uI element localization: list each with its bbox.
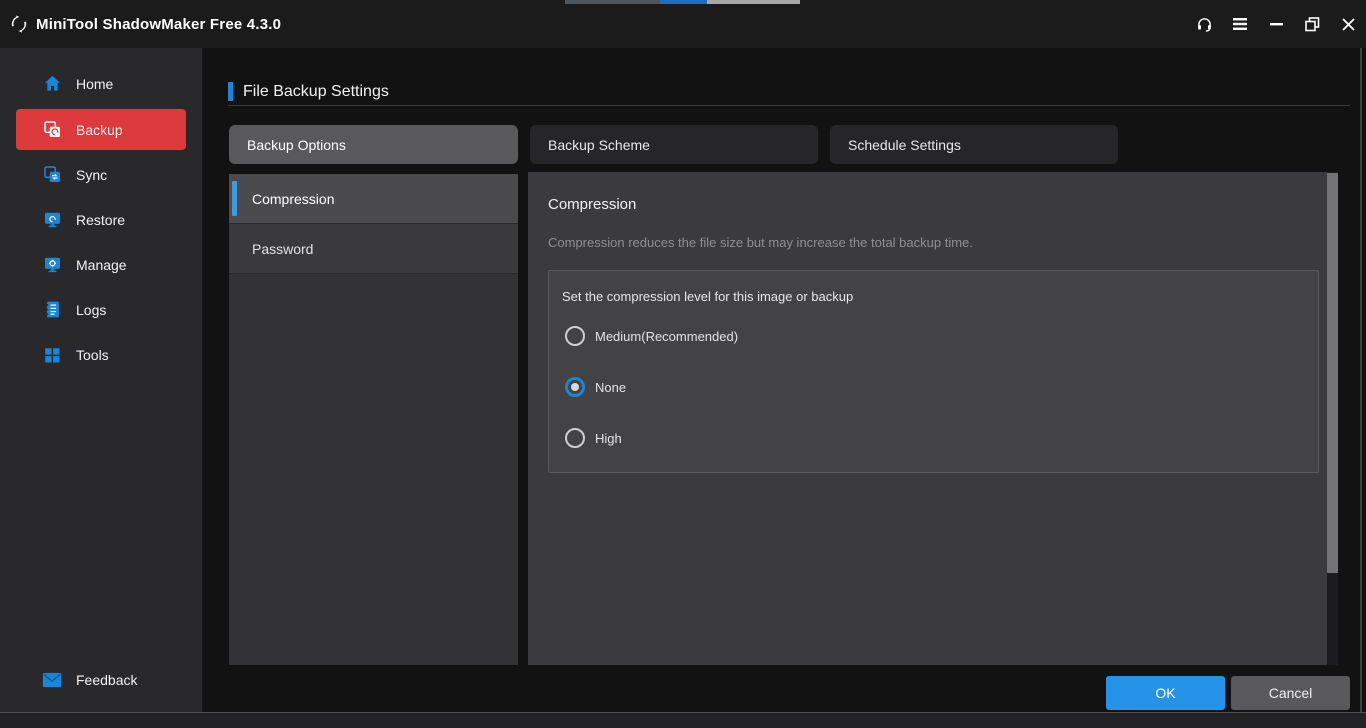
radio-label: Medium(Recommended)	[595, 328, 739, 344]
app-window: MiniTool ShadowMaker Free 4.3.0 Home Bac…	[0, 0, 1366, 728]
nav-item-label: Compression	[252, 190, 335, 207]
restore-window-icon[interactable]	[1294, 0, 1330, 48]
feedback-button[interactable]: Feedback	[16, 664, 186, 696]
edge-strip-gray	[565, 0, 660, 4]
sidebar: Home Backup Sync Restore Manage Logs Too…	[0, 48, 202, 712]
ok-button[interactable]: OK	[1106, 676, 1225, 710]
tab-label: Schedule Settings	[848, 136, 961, 153]
sidebar-item-logs[interactable]: Logs	[16, 289, 186, 330]
sidebar-item-label: Restore	[76, 211, 126, 228]
sidebar-item-label: Manage	[76, 256, 127, 273]
feedback-envelope-icon	[42, 670, 62, 690]
title-accent-bar	[228, 82, 233, 101]
radio-circle-selected[interactable]	[565, 377, 585, 397]
radio-option-high[interactable]: High	[565, 428, 622, 448]
sidebar-item-label: Logs	[76, 301, 107, 318]
sidebar-item-label: Sync	[76, 166, 108, 183]
nav-item-password[interactable]: Password	[229, 224, 518, 274]
compression-content-panel: Compression Compression reduces the file…	[528, 172, 1327, 665]
radio-circle[interactable]	[565, 326, 585, 346]
cancel-button[interactable]: Cancel	[1231, 676, 1350, 710]
tab-schedule-settings[interactable]: Schedule Settings	[830, 125, 1118, 164]
sidebar-item-restore[interactable]: Restore	[16, 199, 186, 240]
sidebar-item-manage[interactable]: Manage	[16, 244, 186, 285]
tab-label: Backup Scheme	[548, 136, 650, 153]
compression-level-group: Set the compression level for this image…	[548, 270, 1319, 473]
nav-item-label: Password	[252, 240, 314, 257]
window-bottom-edge	[0, 712, 1366, 728]
scrollbar-track	[1327, 172, 1338, 665]
close-icon[interactable]	[1330, 0, 1366, 48]
manage-icon	[42, 255, 62, 275]
tab-backup-scheme[interactable]: Backup Scheme	[530, 125, 818, 164]
logs-icon	[42, 300, 62, 320]
radio-option-medium[interactable]: Medium(Recommended)	[565, 326, 738, 346]
group-label: Set the compression level for this image…	[562, 289, 854, 304]
titlebar: MiniTool ShadowMaker Free 4.3.0	[0, 0, 1366, 48]
background-window-edge	[0, 0, 1366, 4]
edge-strip-blue	[660, 0, 707, 4]
scrollbar-thumb[interactable]	[1327, 173, 1338, 573]
radio-label: High	[595, 430, 622, 446]
feedback-label: Feedback	[76, 672, 138, 688]
restore-icon	[42, 210, 62, 230]
selected-indicator-bar	[232, 181, 237, 216]
section-heading: Compression	[548, 196, 637, 213]
sidebar-item-home[interactable]: Home	[16, 63, 186, 104]
radio-circle[interactable]	[565, 428, 585, 448]
sidebar-item-label: Tools	[76, 346, 109, 363]
titlebar-controls	[1186, 0, 1366, 48]
window-right-edge	[1360, 48, 1362, 712]
sidebar-item-backup[interactable]: Backup	[16, 109, 186, 150]
sidebar-item-tools[interactable]: Tools	[16, 334, 186, 375]
radio-option-none[interactable]: None	[565, 377, 626, 397]
section-description: Compression reduces the file size but ma…	[548, 235, 973, 250]
sync-icon	[42, 165, 62, 185]
minimize-icon[interactable]	[1258, 0, 1294, 48]
options-nav-panel: Compression Password	[229, 174, 518, 665]
sidebar-item-sync[interactable]: Sync	[16, 154, 186, 195]
menu-icon[interactable]	[1222, 0, 1258, 48]
app-title: MiniTool ShadowMaker Free 4.3.0	[36, 15, 282, 33]
page-title: File Backup Settings	[243, 82, 389, 100]
nav-item-compression[interactable]: Compression	[229, 174, 518, 224]
tools-icon	[42, 345, 62, 365]
edge-strip-light	[707, 0, 800, 4]
app-logo-icon	[6, 11, 32, 37]
tab-label: Backup Options	[247, 136, 346, 153]
home-icon	[42, 74, 62, 94]
header-divider	[228, 105, 1350, 106]
sidebar-item-label: Backup	[76, 121, 123, 138]
sidebar-item-label: Home	[76, 75, 114, 92]
backup-icon	[42, 120, 62, 140]
page-header: File Backup Settings	[228, 82, 389, 101]
tab-backup-options[interactable]: Backup Options	[229, 125, 518, 164]
radio-label: None	[595, 379, 627, 395]
support-headset-icon[interactable]	[1186, 0, 1222, 48]
